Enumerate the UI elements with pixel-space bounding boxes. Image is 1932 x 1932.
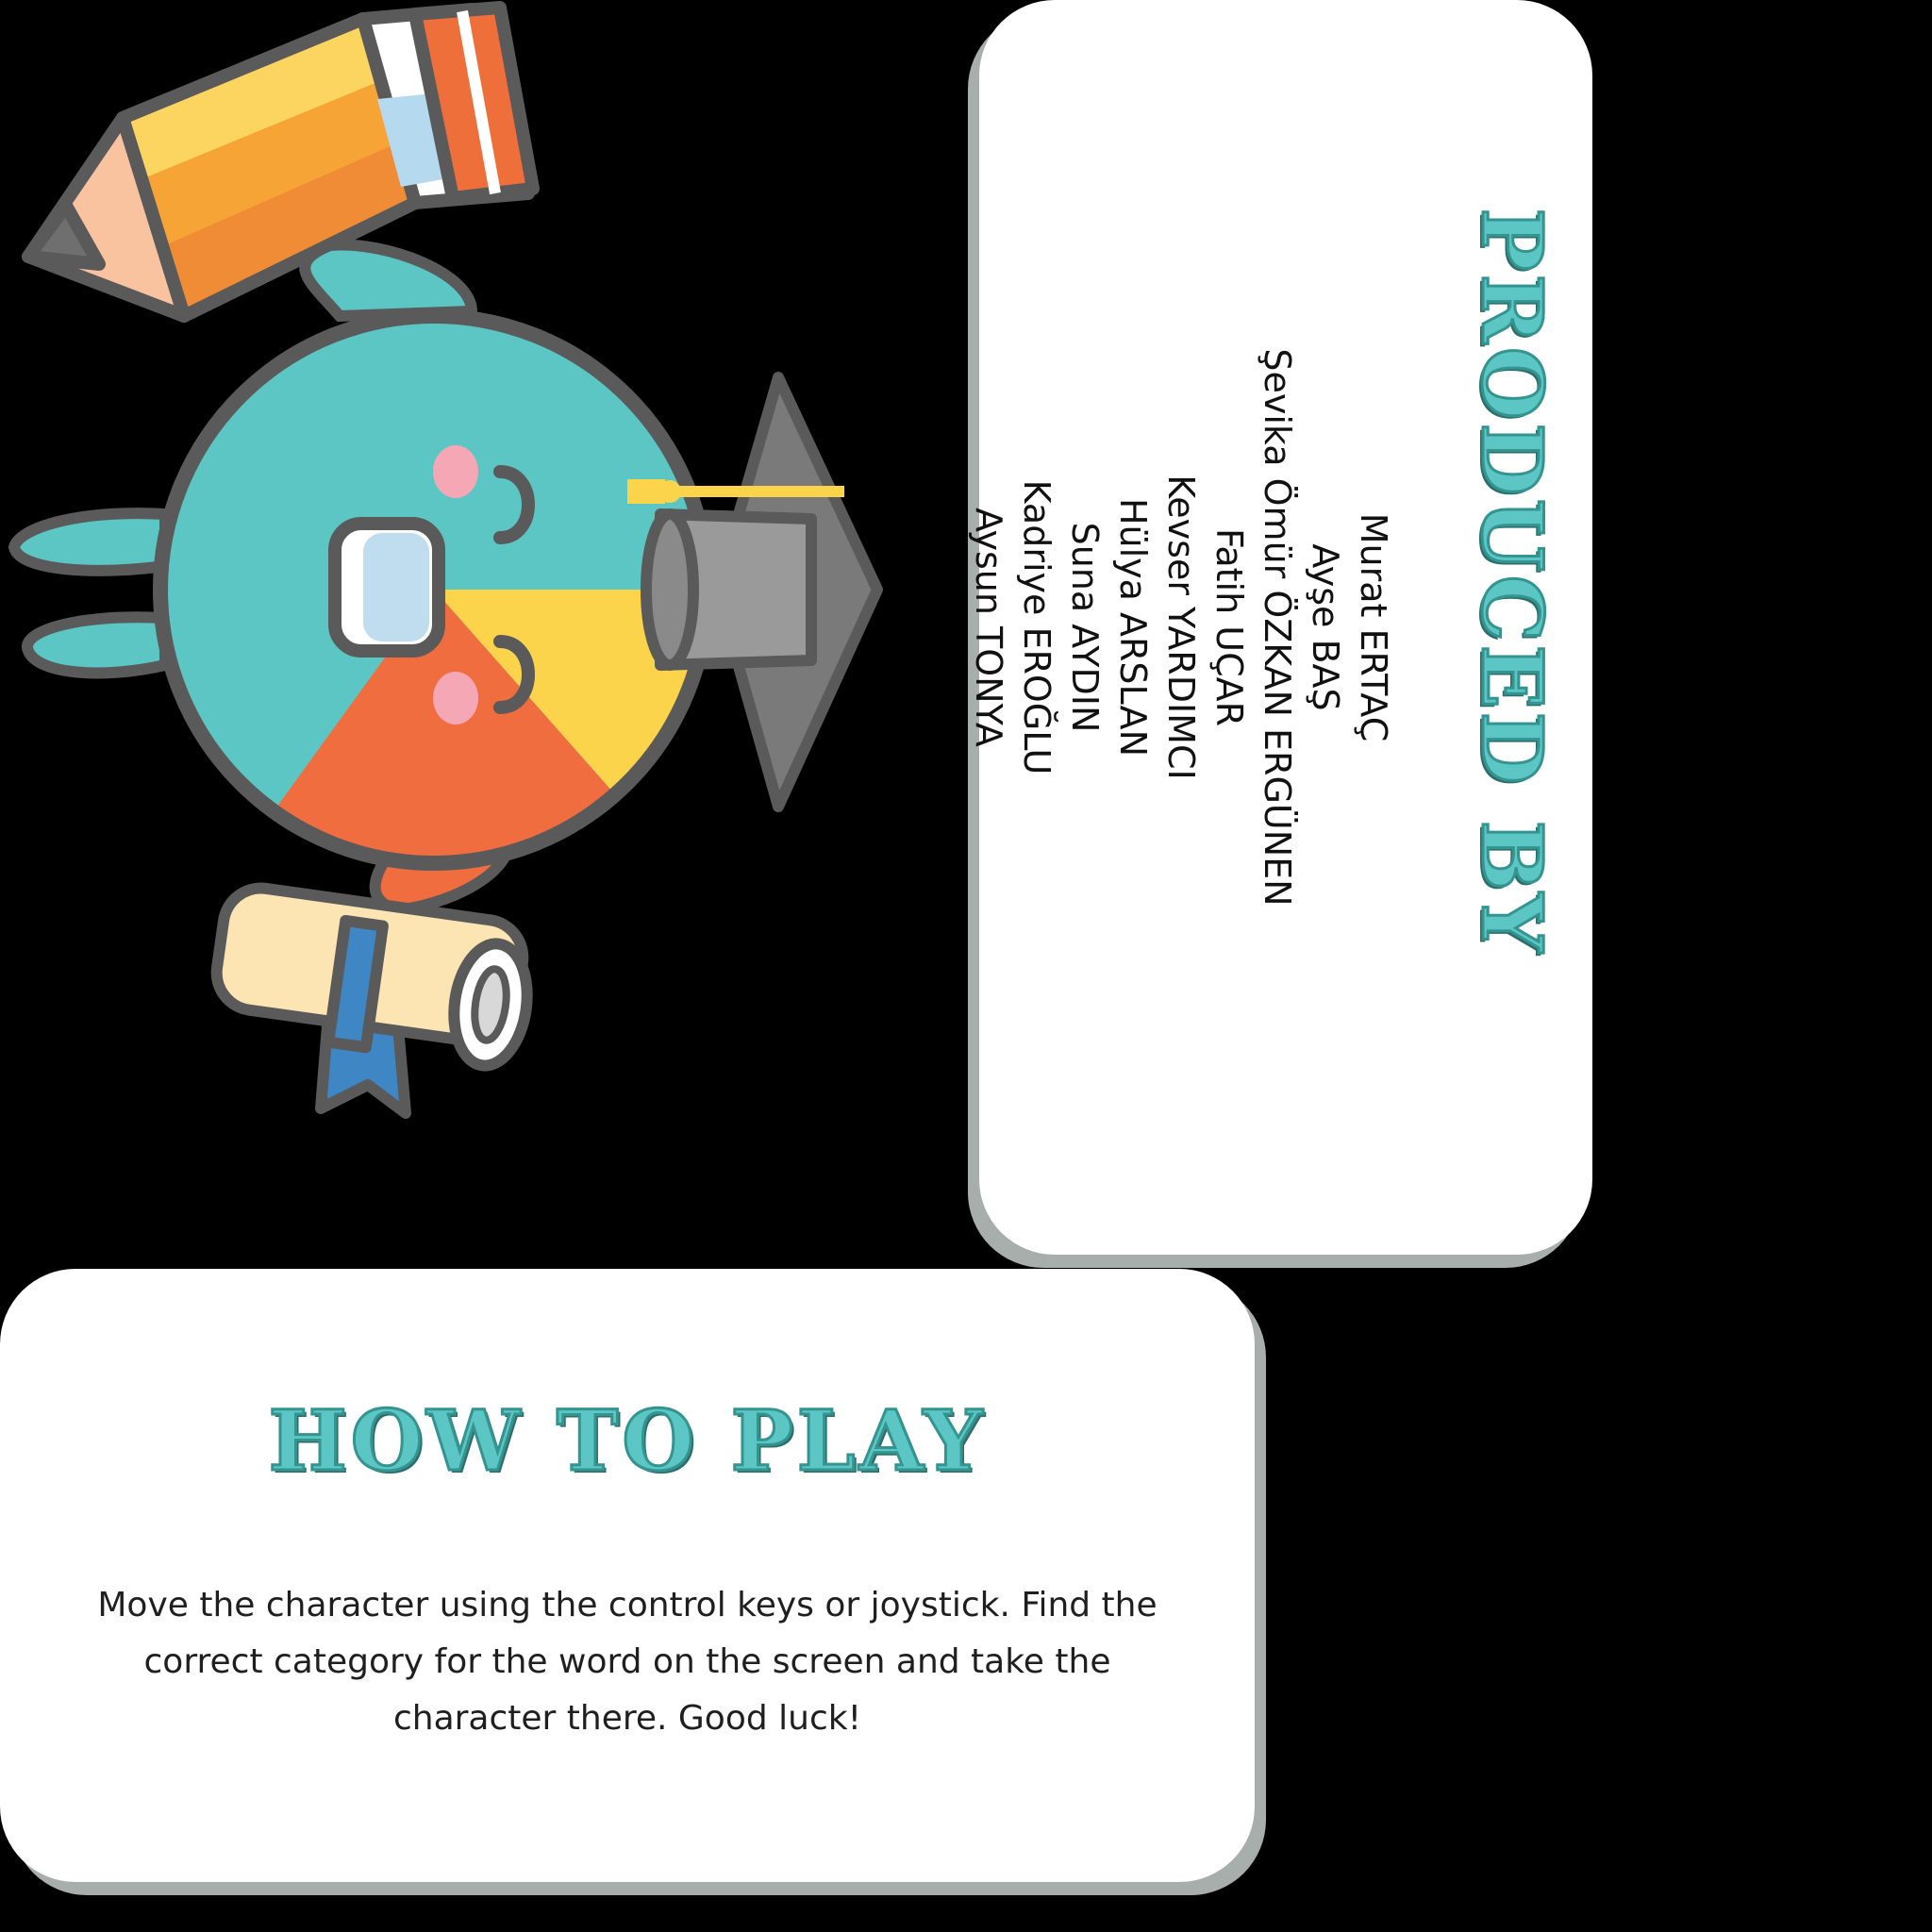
- credit-name: Murat ERTAÇ: [1353, 512, 1394, 742]
- credit-name: Hülya ARSLAN: [1112, 497, 1154, 758]
- credits-name-list: Murat ERTAÇ Ayşe BAŞ Şevika Ömür ÖZKAN E…: [964, 14, 1397, 1241]
- credit-name: Şevika Ömür ÖZKAN ERGÜNEN: [1257, 348, 1298, 907]
- how-to-play-card: HOW TO PLAY Move the character using the…: [0, 1269, 1255, 1882]
- credit-name: Ayşe BAŞ: [1305, 543, 1346, 711]
- pencil-icon: [22, 1, 540, 323]
- credit-name: Fatih UÇAR: [1208, 527, 1250, 727]
- credit-name: Aysun TONYA: [968, 508, 1009, 747]
- left-arm-2: [22, 611, 171, 679]
- how-to-play-instructions: Move the character using the control key…: [97, 1586, 1158, 1738]
- mascot-illustration: [8, 1, 883, 1119]
- graduation-cap-icon: [641, 372, 883, 812]
- credits-card: PRODUCED BY Murat ERTAÇ Ayşe BAŞ Şevika …: [968, 0, 1592, 1255]
- left-arm: [8, 508, 171, 576]
- credits-title: PRODUCED BY: [1462, 207, 1563, 958]
- credit-name: Kevser YARDIMCI: [1160, 475, 1202, 780]
- credits-rotated-content: PRODUCED BY Murat ERTAÇ Ayşe BAŞ Şevika …: [968, 14, 1578, 1241]
- diploma-icon: [210, 882, 533, 1119]
- credit-name: Suna AYDIN: [1064, 522, 1106, 733]
- credit-name: Kadriye EROĞLU: [1016, 479, 1058, 775]
- top-arm: [299, 239, 478, 323]
- how-to-play-title: HOW TO PLAY: [267, 1391, 987, 1491]
